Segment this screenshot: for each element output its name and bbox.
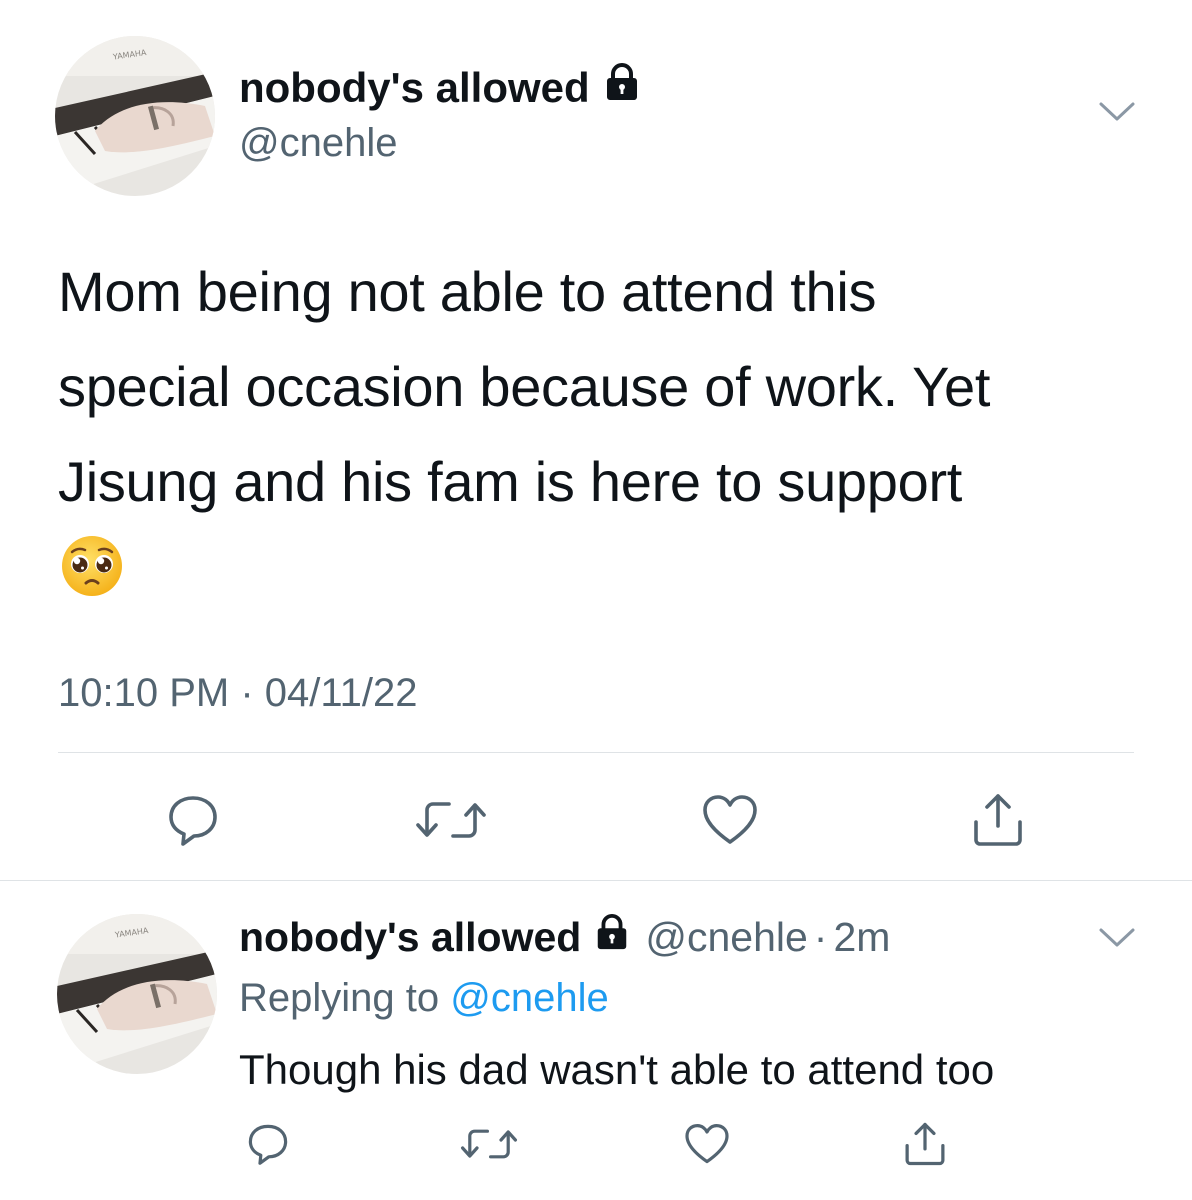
tweet-timestamp: 10:10 PM · 04/11/22 xyxy=(58,668,418,718)
pleading-face-icon xyxy=(62,536,122,596)
replying-mention-link[interactable]: @cnehle xyxy=(450,976,608,1020)
share-icon[interactable] xyxy=(966,788,1030,852)
reply-display-name[interactable]: nobody's allowed xyxy=(239,911,581,963)
like-icon[interactable] xyxy=(700,790,760,850)
like-icon[interactable] xyxy=(683,1120,731,1168)
meta-separator: · xyxy=(240,671,254,715)
display-name[interactable]: nobody's allowed xyxy=(239,62,642,114)
divider xyxy=(58,752,1134,753)
divider xyxy=(0,880,1192,881)
avatar[interactable]: YAMAHA xyxy=(55,36,215,196)
reply-handle[interactable]: @cnehle xyxy=(645,911,807,963)
tweet-time: 10:10 PM xyxy=(58,671,230,715)
reply-avatar[interactable]: YAMAHA xyxy=(57,914,217,1074)
reply-icon[interactable] xyxy=(163,790,223,850)
chevron-down-icon[interactable] xyxy=(1098,926,1136,950)
retweet-icon[interactable] xyxy=(415,790,487,850)
replying-prefix: Replying to xyxy=(239,976,440,1020)
chevron-down-icon[interactable] xyxy=(1098,100,1136,124)
user-handle[interactable]: @cnehle xyxy=(239,118,397,168)
replying-to: Replying to @cnehle xyxy=(239,972,609,1024)
lock-icon xyxy=(602,62,642,114)
avatar-piano-image: YAMAHA xyxy=(55,36,215,196)
reply-time: 2m xyxy=(833,914,891,960)
display-name-text: nobody's allowed xyxy=(239,64,590,111)
reply-text: Though his dad wasn't able to attend too xyxy=(239,1046,995,1093)
avatar-piano-image: YAMAHA xyxy=(57,914,217,1074)
lock-icon xyxy=(593,911,631,963)
retweet-icon[interactable] xyxy=(460,1120,518,1168)
tweet-detail-screen: YAMAHA nobody's allowed @cnehle Mom bein… xyxy=(0,0,1192,1200)
tweet-date: 04/11/22 xyxy=(264,671,418,715)
reply-separator: · xyxy=(813,914,828,960)
tweet-text: Mom being not able to attend this specia… xyxy=(58,260,991,513)
reply-header: nobody's allowed @cnehle · 2m xyxy=(239,911,890,963)
share-icon[interactable] xyxy=(899,1118,951,1170)
reply-icon[interactable] xyxy=(244,1120,292,1168)
